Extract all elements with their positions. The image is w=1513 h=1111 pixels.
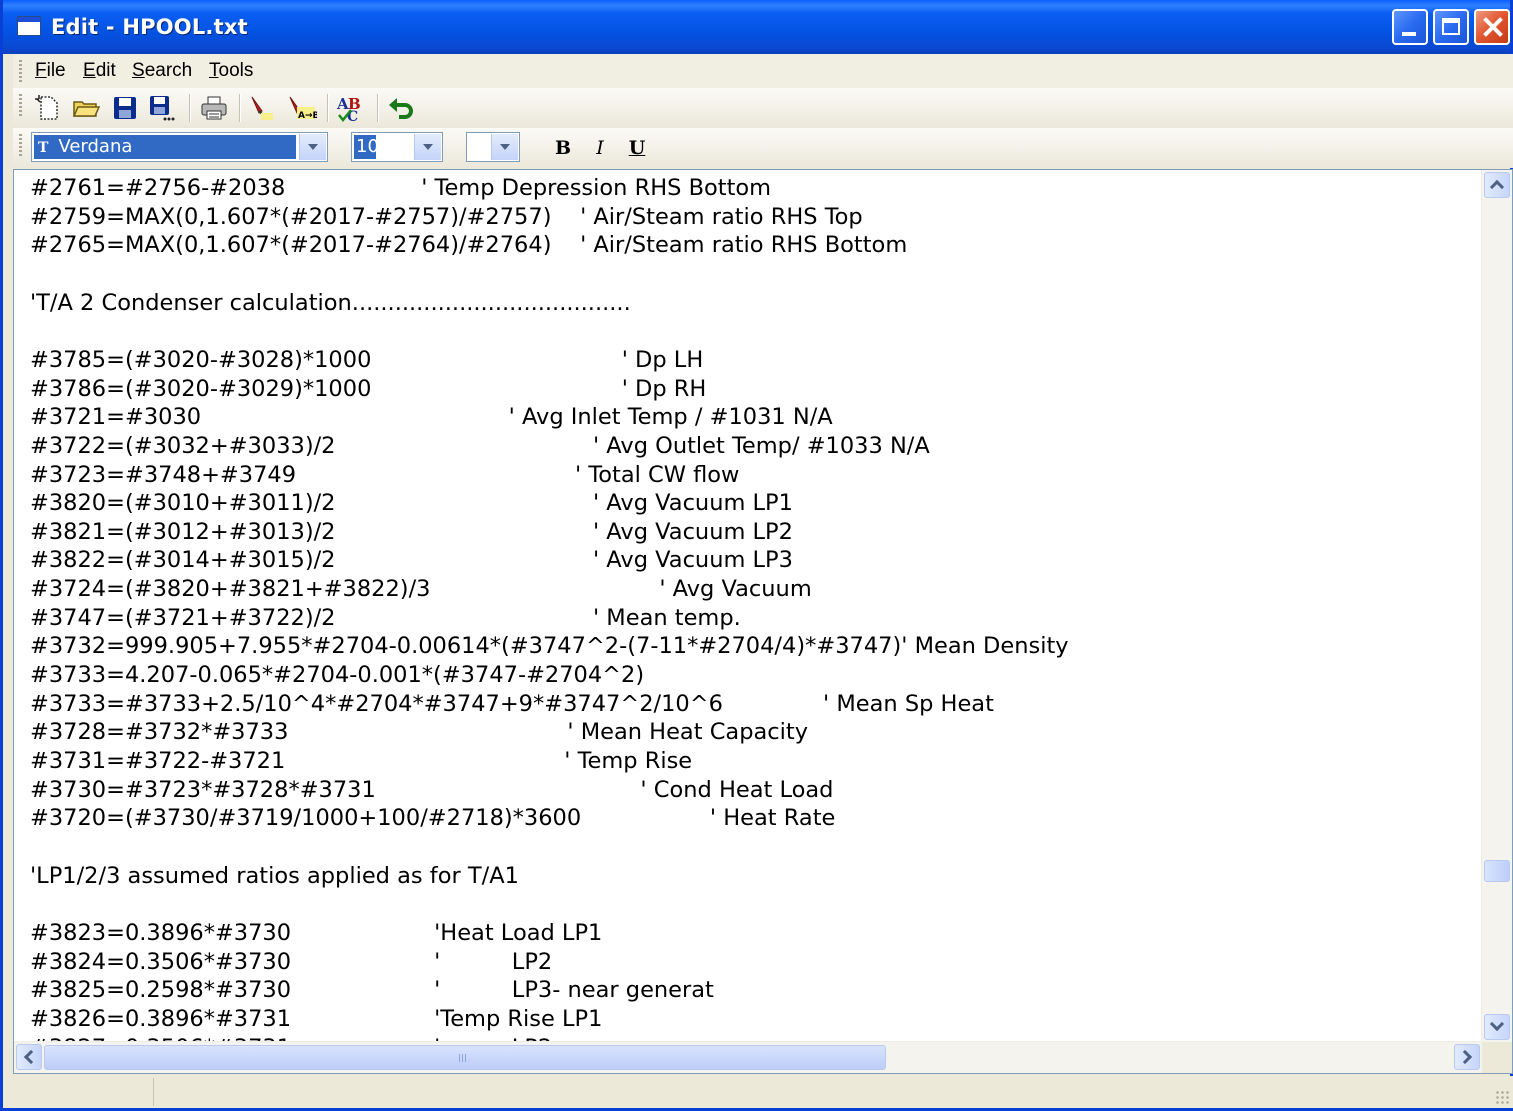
text-editor[interactable]: #2761=#2756-#2038 ' Temp Depression RHS … xyxy=(13,169,1513,1074)
maximize-button[interactable] xyxy=(1433,9,1469,45)
editor-line: #3728=#3732*#3733 ' Mean Heat Capacity xyxy=(30,719,809,746)
editor-line: #3825=0.2598*#3730 ' LP3- near generat xyxy=(30,977,714,1004)
underline-button[interactable]: U xyxy=(623,134,651,162)
menu-search[interactable]: Search xyxy=(132,60,192,82)
app-window-icon[interactable] xyxy=(17,16,41,36)
save-icon[interactable] xyxy=(110,93,140,123)
font-size-select[interactable]: 10 xyxy=(351,132,443,162)
vertical-scroll-thumb[interactable] xyxy=(1484,860,1510,882)
truetype-font-icon: T xyxy=(38,140,49,156)
font-name-select[interactable]: T Verdana xyxy=(31,132,328,162)
editor-line: #2759=MAX(0,1.607*(#2017-#2757)/#2757) '… xyxy=(30,203,863,230)
editor-line: #3820=(#3010+#3011)/2 ' Avg Vacuum LP1 xyxy=(30,490,793,517)
toolbar-grip[interactable] xyxy=(19,94,22,116)
editor-line: #3724=(#3820+#3821+#3822)/3 ' Avg Vacuum xyxy=(30,576,812,603)
editor-line: #3786=(#3020-#3029)*1000 ' Dp RH xyxy=(30,375,707,402)
menu-bar-grip[interactable] xyxy=(19,60,22,82)
editor-line: #3733=4.207-0.065*#2704-0.001*(#3747-#27… xyxy=(30,662,645,689)
editor-line: #2761=#2756-#2038 ' Temp Depression RHS … xyxy=(30,175,772,201)
format-toolbar: T Verdana 10 B I U xyxy=(13,128,1513,168)
menu-tools[interactable]: Tools xyxy=(209,60,253,82)
scrollbar-corner xyxy=(1482,1042,1512,1073)
window-title: Edit - HPOOL.txt xyxy=(51,15,248,39)
editor-content[interactable]: #2761=#2756-#2038 ' Temp Depression RHS … xyxy=(14,170,1482,1042)
close-button[interactable] xyxy=(1474,9,1510,45)
scroll-right-button[interactable] xyxy=(1454,1044,1480,1070)
toolbar-separator xyxy=(327,94,329,122)
color-select[interactable] xyxy=(466,132,520,162)
editor-line: #3824=0.3506*#3730 ' LP2 xyxy=(30,948,553,975)
editor-line: #3747=(#3721+#3722)/2 ' Mean temp. xyxy=(30,604,741,631)
svg-text:A→B: A→B xyxy=(298,111,317,121)
font-size-dropdown-arrow[interactable] xyxy=(414,134,441,160)
editor-line: #3733=#3733+2.5/10^4*#2704*#3747+9*#3747… xyxy=(30,690,994,717)
minimize-button[interactable] xyxy=(1392,9,1428,45)
undo-icon[interactable] xyxy=(387,93,417,123)
scroll-up-button[interactable] xyxy=(1484,172,1510,198)
menu-bar: File Edit Search Tools xyxy=(13,54,1513,89)
editor-line: #3823=0.3896*#3730 'Heat Load LP1 xyxy=(30,919,603,946)
editor-line: #3731=#3722-#3721 ' Temp Rise xyxy=(30,748,693,774)
editor-line: #3732=999.905+7.955*#2704-0.00614*(#3747… xyxy=(30,633,1069,660)
editor-line: #3722=(#3032+#3033)/2 ' Avg Outlet Temp/… xyxy=(30,432,930,459)
menu-file[interactable]: File xyxy=(35,60,66,82)
status-pane xyxy=(13,1078,154,1106)
italic-button[interactable]: I xyxy=(586,134,614,162)
toolbar-separator xyxy=(377,94,379,122)
editor-line: #2765=MAX(0,1.607*(#2017-#2764)/#2764) '… xyxy=(30,232,908,259)
format-bar-grip[interactable] xyxy=(19,134,22,156)
save-all-icon[interactable] xyxy=(147,93,177,123)
editor-line: #3720=(#3730/#3719/1000+100/#2718)*3600 … xyxy=(30,805,836,832)
editor-line: #3822=(#3014+#3015)/2 ' Avg Vacuum LP3 xyxy=(30,547,793,574)
bold-button[interactable]: B xyxy=(549,134,577,162)
scroll-left-button[interactable] xyxy=(16,1044,42,1070)
vertical-scrollbar[interactable] xyxy=(1481,170,1512,1042)
spell-check-icon[interactable]: ABC xyxy=(335,93,365,125)
editor-line: #3730=#3723*#3728*#3731 ' Cond Heat Load xyxy=(30,776,834,803)
editor-line: 'LP1/2/3 assumed ratios applied as for T… xyxy=(30,862,519,889)
replace-icon[interactable]: A→B xyxy=(285,93,320,123)
new-document-icon[interactable] xyxy=(33,93,63,123)
editor-window: Edit - HPOOL.txt File Edit Search Tools xyxy=(0,0,1513,1111)
color-dropdown-arrow[interactable] xyxy=(491,134,518,160)
status-bar xyxy=(13,1076,1513,1108)
font-size-value: 10 xyxy=(354,135,379,159)
font-name-dropdown-arrow[interactable] xyxy=(299,134,326,160)
editor-line: #3721=#3030 ' Avg Inlet Temp / #1031 N/A xyxy=(30,404,833,431)
editor-line: #3723=#3748+#3749 ' Total CW flow xyxy=(30,461,740,488)
menu-edit[interactable]: Edit xyxy=(83,60,116,82)
find-icon[interactable] xyxy=(247,93,277,123)
editor-line: #3821=(#3012+#3013)/2 ' Avg Vacuum LP2 xyxy=(30,518,793,545)
editor-line: #3785=(#3020-#3028)*1000 ' Dp LH xyxy=(30,346,704,373)
font-name-value: T Verdana xyxy=(34,135,296,159)
toolbar-separator xyxy=(189,94,191,122)
toolbar-separator xyxy=(239,94,241,122)
print-icon[interactable] xyxy=(199,93,229,123)
title-bar[interactable]: Edit - HPOOL.txt xyxy=(3,0,1510,54)
horizontal-scroll-thumb[interactable] xyxy=(44,1045,886,1070)
editor-line: 'T/A 2 Condenser calculation............… xyxy=(30,289,631,316)
open-folder-icon[interactable] xyxy=(71,93,101,123)
resize-grip[interactable] xyxy=(1495,1090,1509,1104)
horizontal-scrollbar[interactable] xyxy=(14,1041,1482,1073)
standard-toolbar: A→B ABC xyxy=(13,88,1513,129)
scroll-down-button[interactable] xyxy=(1484,1014,1510,1040)
editor-line: #3826=0.3896*#3731 'Temp Rise LP1 xyxy=(30,1005,603,1032)
